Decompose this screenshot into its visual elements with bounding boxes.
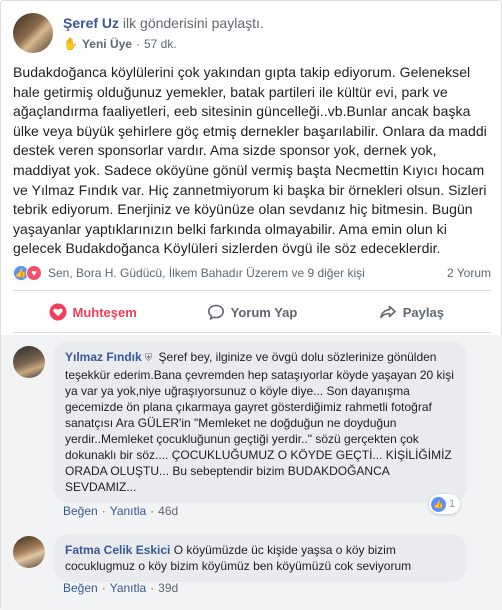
member-badge[interactable]: Yeni Üye xyxy=(82,37,132,51)
meta-separator: · xyxy=(135,37,140,51)
love-reaction-icon: ♥ xyxy=(26,265,42,281)
comment-actions: Beğen · Yanıtla · 46d xyxy=(63,504,178,518)
post-action-text: ilk gönderisini paylaştı. xyxy=(122,15,264,31)
comment-time[interactable]: 46d xyxy=(158,504,178,518)
love-button-label: Muhteşem xyxy=(72,304,137,320)
shield-icon: ⛨ xyxy=(144,353,153,364)
action-bar: Muhteşem Yorum Yap Paylaş xyxy=(13,294,491,330)
divider xyxy=(13,290,491,291)
divider xyxy=(13,332,491,333)
dot-separator: · xyxy=(101,504,106,518)
dot-separator: · xyxy=(101,581,106,595)
comment-reactions[interactable]: 👍 1 xyxy=(429,494,461,514)
share-button[interactable]: Paylaş xyxy=(332,294,491,330)
comment-like-link[interactable]: Beğen xyxy=(63,504,98,518)
comment-text: Şeref bey, ilginize ve övgü dolu sözleri… xyxy=(65,350,454,494)
commenter-avatar[interactable] xyxy=(13,346,45,378)
comment-actions: Beğen · Yanıtla · 39d xyxy=(63,581,178,595)
commenter-name[interactable]: Fatma Celik Eskici xyxy=(65,543,170,557)
share-button-label: Paylaş xyxy=(402,304,444,320)
comment-reply-link[interactable]: Yanıtla xyxy=(110,581,146,595)
author-name[interactable]: Şeref Uz xyxy=(63,15,119,31)
comment-reaction-count: 1 xyxy=(449,498,456,510)
reaction-names[interactable]: Sen, Bora H. Güdücü, İlkem Bahadır Üzere… xyxy=(48,266,365,280)
love-icon xyxy=(49,303,67,321)
comment-button-label: Yorum Yap xyxy=(230,304,298,320)
post-header: Şeref Uz ilk gönderisini paylaştı. xyxy=(63,14,264,32)
comment-bubble: Fatma Celik Eskici O köyümüzde üc kişide… xyxy=(53,534,467,582)
comment-reply-link[interactable]: Yanıtla xyxy=(110,504,146,518)
comment-button[interactable]: Yorum Yap xyxy=(172,294,331,330)
post-body: Budakdoğanca köylülerini çok yakından gı… xyxy=(13,64,487,257)
post-meta: ✋ Yeni Üye · 57 dk. xyxy=(63,37,177,51)
dot-separator: · xyxy=(150,581,155,595)
comment-time[interactable]: 39d xyxy=(158,581,178,595)
comment-count[interactable]: 2 Yorum xyxy=(447,266,491,280)
commenter-name[interactable]: Yılmaz Fındık xyxy=(65,350,142,364)
comment-icon xyxy=(207,303,225,321)
love-button[interactable]: Muhteşem xyxy=(13,294,172,330)
author-avatar[interactable] xyxy=(13,13,53,53)
post-time[interactable]: 57 dk. xyxy=(144,37,177,51)
comment-bubble: Yılmaz Fındık ⛨ Şeref bey, ilginize ve öv… xyxy=(53,341,467,503)
like-reaction-icon: 👍 xyxy=(431,496,446,512)
commenter-avatar[interactable] xyxy=(13,536,45,568)
wave-hand-icon: ✋ xyxy=(63,37,78,51)
post-card: Şeref Uz ilk gönderisini paylaştı. ✋ Yen… xyxy=(0,0,502,610)
reactions-bar[interactable]: 👍 ♥ Sen, Bora H. Güdücü, İlkem Bahadır Ü… xyxy=(13,263,491,283)
comment-like-link[interactable]: Beğen xyxy=(63,581,98,595)
dot-separator: · xyxy=(150,504,155,518)
share-icon xyxy=(379,303,397,321)
